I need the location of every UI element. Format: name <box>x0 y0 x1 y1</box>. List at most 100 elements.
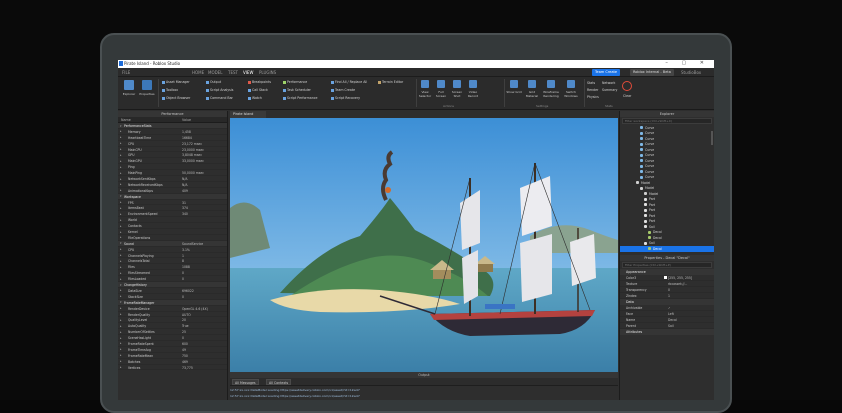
expand-chevron-icon[interactable]: ▸ <box>120 288 122 292</box>
expand-chevron-icon[interactable]: ▸ <box>120 277 122 281</box>
expand-chevron-icon[interactable]: ▸ <box>120 341 122 345</box>
column-name[interactable]: Name <box>121 118 131 122</box>
expand-chevron-icon[interactable]: ▾ <box>120 241 122 245</box>
object-browser-button[interactable]: Object Browser <box>162 96 190 100</box>
expand-chevron-icon[interactable]: ▸ <box>120 359 122 363</box>
tab-view[interactable]: VIEW <box>243 70 253 75</box>
script-recovery-button[interactable]: Script Recovery <box>331 96 360 100</box>
tab-model[interactable]: MODEL <box>208 70 222 75</box>
tab-home[interactable]: HOME <box>192 70 204 75</box>
tab-plugins[interactable]: PLUGINS <box>259 70 276 75</box>
expand-chevron-icon[interactable]: ▸ <box>120 312 122 316</box>
expand-chevron-icon[interactable]: ▸ <box>120 347 122 351</box>
find-replace-button[interactable]: Find All / Replace All <box>331 80 367 84</box>
asset-manager-button[interactable]: Asset Manager <box>162 80 190 84</box>
property-value[interactable]: 0 <box>668 288 670 292</box>
grid-material-button[interactable]: Grid Material <box>524 80 540 98</box>
explorer-button[interactable]: Explorer <box>121 80 137 96</box>
show-grid-button[interactable]: Show Grid <box>506 80 522 94</box>
expand-chevron-icon[interactable]: ▸ <box>120 182 122 186</box>
performance-stat-row[interactable]: ▸ Vertices 73,775 <box>118 365 227 371</box>
property-value[interactable]: 1 <box>668 294 670 298</box>
expand-chevron-icon[interactable]: ▸ <box>120 218 122 222</box>
properties-button[interactable]: Properties <box>139 80 155 96</box>
tab-test[interactable]: TEST <box>228 70 238 75</box>
team-create-toggle[interactable]: Team Create <box>331 88 355 92</box>
expand-chevron-icon[interactable]: ▸ <box>120 230 122 234</box>
window-controls[interactable]: – ▢ ✕ <box>665 60 710 66</box>
expand-chevron-icon[interactable]: ▸ <box>120 135 122 139</box>
expand-chevron-icon[interactable]: ▸ <box>120 153 122 157</box>
expand-chevron-icon[interactable]: ▸ <box>120 212 122 216</box>
property-value[interactable]: ✓ <box>668 306 671 310</box>
watch-button[interactable]: Watch <box>248 96 262 100</box>
clear-stats-icon[interactable] <box>622 81 632 91</box>
expand-chevron-icon[interactable]: ▸ <box>120 294 122 298</box>
message-filter-dropdown[interactable]: All Messages <box>232 379 259 385</box>
breakpoints-button[interactable]: Breakpoints <box>248 80 271 84</box>
output-button[interactable]: Output <box>206 80 221 84</box>
user-name[interactable]: StudioBox <box>681 70 701 75</box>
script-analysis-button[interactable]: Script Analysis <box>206 88 233 92</box>
expand-chevron-icon[interactable]: ▸ <box>120 235 122 239</box>
expand-chevron-icon[interactable]: ▸ <box>120 171 122 175</box>
expand-chevron-icon[interactable]: ▸ <box>120 165 122 169</box>
explorer-scrollbar[interactable] <box>711 131 713 145</box>
property-value[interactable]: Decal <box>668 318 677 322</box>
context-filter-dropdown[interactable]: All Contexts <box>266 379 292 385</box>
task-scheduler-button[interactable]: Task Scheduler <box>283 88 311 92</box>
expand-chevron-icon[interactable]: ▾ <box>120 194 122 198</box>
expand-chevron-icon[interactable]: ▸ <box>120 247 122 251</box>
physics-button[interactable]: Physics <box>587 95 599 99</box>
color-swatch[interactable] <box>664 276 667 279</box>
column-value[interactable]: Value <box>182 118 191 122</box>
expand-chevron-icon[interactable]: ▸ <box>120 159 122 163</box>
expand-chevron-icon[interactable]: ▸ <box>120 224 122 228</box>
network-button[interactable]: Network <box>602 81 615 85</box>
expand-chevron-icon[interactable]: ▸ <box>120 200 122 204</box>
expand-chevron-icon[interactable]: ▸ <box>120 318 122 322</box>
summary-button[interactable]: Summary <box>602 88 617 92</box>
expand-chevron-icon[interactable]: ▸ <box>120 188 122 192</box>
command-bar-button[interactable]: Command Bar <box>206 96 233 100</box>
toolbox-button[interactable]: Toolbox <box>162 88 178 92</box>
beta-badge[interactable]: Roblox Internal - Beta <box>630 69 674 76</box>
expand-chevron-icon[interactable]: ▸ <box>120 324 122 328</box>
expand-chevron-icon[interactable]: ▾ <box>120 283 122 287</box>
team-create-button[interactable]: Team Create <box>592 69 620 76</box>
expand-chevron-icon[interactable]: ▸ <box>120 271 122 275</box>
expand-chevron-icon[interactable]: ▾ <box>120 300 122 304</box>
properties-filter-input[interactable]: Filter Properties (Ctrl+Shift+P) <box>622 261 712 268</box>
expand-chevron-icon[interactable]: ▸ <box>120 365 122 369</box>
performance-button[interactable]: Performance <box>283 80 307 84</box>
expand-chevron-icon[interactable]: ▸ <box>120 265 122 269</box>
expand-chevron-icon[interactable]: ▸ <box>120 353 122 357</box>
call-stack-button[interactable]: Call Stack <box>248 88 268 92</box>
terrain-editor-button[interactable]: Terrain Editor <box>378 80 403 84</box>
stats-button[interactable]: Stats <box>587 81 595 85</box>
render-button[interactable]: Render <box>587 88 598 92</box>
tab-file[interactable]: FILE <box>122 70 130 75</box>
attributes-section[interactable]: Attributes <box>620 328 714 335</box>
switch-windows-button[interactable]: Switch Windows <box>562 80 580 98</box>
explorer-filter-input[interactable]: Filter workspace (Ctrl+Shift+X) <box>622 118 712 124</box>
tab-pirate-island[interactable]: Pirate Island <box>230 111 266 118</box>
expand-chevron-icon[interactable]: ▸ <box>120 306 122 310</box>
expand-chevron-icon[interactable]: ▸ <box>120 129 122 133</box>
explorer-item[interactable]: Decal <box>620 246 714 252</box>
expand-chevron-icon[interactable]: ▸ <box>120 253 122 257</box>
screenshot-button[interactable]: Screen Shot <box>450 80 464 98</box>
wireframe-button[interactable]: Wireframe Rendering <box>542 80 560 98</box>
expand-chevron-icon[interactable]: ▾ <box>120 124 122 128</box>
script-performance-button[interactable]: Script Performance <box>283 96 317 100</box>
full-screen-button[interactable]: Full Screen <box>434 80 448 98</box>
property-value[interactable]: Sail <box>668 324 674 328</box>
3d-viewport[interactable] <box>230 118 618 372</box>
expand-chevron-icon[interactable]: ▸ <box>120 259 122 263</box>
expand-chevron-icon[interactable]: ▸ <box>120 206 122 210</box>
expand-chevron-icon[interactable]: ▸ <box>120 330 122 334</box>
property-value[interactable]: [255, 255, 255] <box>668 276 692 280</box>
view-selector-button[interactable]: View Selector <box>418 80 432 98</box>
property-value[interactable]: Left <box>668 312 674 316</box>
video-record-button[interactable]: Video Record <box>466 80 480 98</box>
